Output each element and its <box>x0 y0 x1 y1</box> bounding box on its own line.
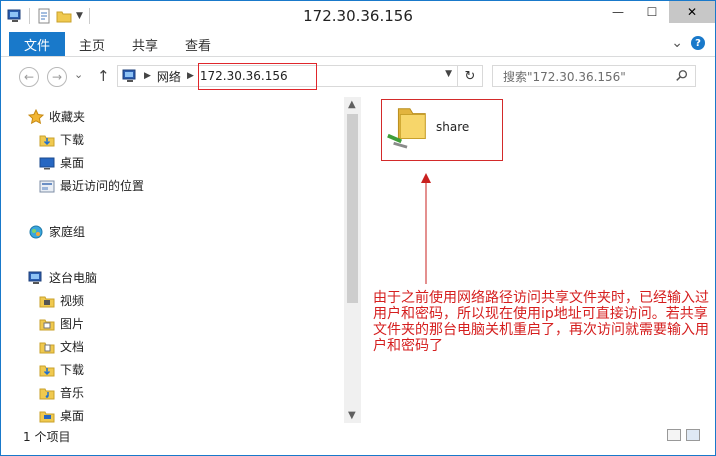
tab-file[interactable]: 文件 <box>9 32 65 56</box>
nav-item-downloads[interactable]: 下载 <box>39 361 84 378</box>
scrollbar-thumb[interactable] <box>347 114 358 303</box>
nav-item-pictures[interactable]: 图片 <box>39 315 84 332</box>
forward-button[interactable]: → <box>47 67 67 87</box>
scroll-down-icon[interactable]: ▼ <box>348 410 356 421</box>
videos-folder-icon <box>39 296 55 307</box>
this-pc-icon <box>28 271 42 284</box>
breadcrumb-separator-icon: ▶ <box>144 71 151 81</box>
search-icon[interactable] <box>675 69 689 83</box>
address-dropdown-icon[interactable]: ▼ <box>445 69 452 79</box>
breadcrumb-separator-icon: ▶ <box>186 71 194 81</box>
nav-item-videos[interactable]: 视频 <box>39 292 84 309</box>
ribbon-collapse-icon[interactable]: ⌄ <box>671 36 683 50</box>
maximize-icon: ☐ <box>646 5 658 19</box>
nav-item-label: 文档 <box>60 340 85 354</box>
view-switcher <box>667 429 700 441</box>
nav-this-pc-label: 这台电脑 <box>49 271 98 285</box>
search-placeholder: 搜索"172.30.36.156" <box>503 69 626 84</box>
network-computer-icon <box>122 69 136 82</box>
pictures-folder-icon <box>39 319 55 330</box>
nav-item-desktop[interactable]: 桌面 <box>39 154 84 171</box>
nav-item-label: 图片 <box>60 317 85 331</box>
recent-locations-icon[interactable]: ⌄ <box>74 68 83 81</box>
maximize-button[interactable]: ☐ <box>635 1 669 23</box>
nav-homegroup-label: 家庭组 <box>49 225 86 239</box>
nav-pane-scrollbar[interactable]: ▲ ▼ <box>344 97 361 423</box>
nav-item-music[interactable]: 音乐 <box>39 384 84 401</box>
downloads-folder-icon <box>39 365 55 376</box>
nav-item-label: 视频 <box>60 294 85 308</box>
caption-buttons: — ☐ ✕ <box>601 1 715 23</box>
nav-item-desktop[interactable]: 桌面 <box>39 407 84 424</box>
ribbon-controls: ⌄ ? <box>671 36 705 50</box>
refresh-icon: ↻ <box>464 68 476 84</box>
search-input[interactable]: 搜索"172.30.36.156" <box>492 65 696 87</box>
star-icon <box>28 108 44 124</box>
desktop-icon <box>39 157 55 169</box>
title-bar: ▼ 172.30.36.156 — ☐ ✕ <box>1 1 715 32</box>
forward-arrow-icon: → <box>51 70 63 84</box>
back-arrow-icon: ← <box>23 70 35 84</box>
scroll-up-icon[interactable]: ▲ <box>348 99 356 110</box>
refresh-button[interactable]: ↻ <box>457 66 482 86</box>
nav-this-pc[interactable]: 这台电脑 <box>28 269 97 286</box>
nav-item-documents[interactable]: 文档 <box>39 338 84 355</box>
navigation-pane: 收藏夹 下载 桌面 最近访问的位置 家庭组 这台电脑 视频 图片 文档 下载 音… <box>1 97 344 423</box>
documents-folder-icon <box>39 342 55 353</box>
homegroup-icon <box>29 225 43 238</box>
nav-homegroup[interactable]: 家庭组 <box>28 223 85 240</box>
nav-item-label: 下载 <box>60 363 85 377</box>
nav-item-label: 桌面 <box>60 409 85 423</box>
share-highlight-box <box>381 99 503 161</box>
navigation-bar: ← → ⌄ ↑ ▶ 网络 ▶ 172.30.36.156 ▼ ↻ 搜索"172.… <box>1 57 715 97</box>
ribbon-tabs: 文件 主页 共享 查看 ⌄ ? <box>1 32 715 57</box>
nav-item-label: 下载 <box>60 133 85 147</box>
nav-item-downloads[interactable]: 下载 <box>39 131 84 148</box>
close-icon: ✕ <box>686 5 698 19</box>
minimize-button[interactable]: — <box>601 1 635 23</box>
tab-view[interactable]: 查看 <box>185 32 211 56</box>
recent-places-icon <box>39 180 55 192</box>
annotation-text: 由于之前使用网络路径访问共享文件夹时，已经输入过用户和密码，所以现在使用ip地址… <box>373 290 709 354</box>
minimize-icon: — <box>612 5 624 19</box>
breadcrumb-network[interactable]: 网络 <box>157 68 181 85</box>
details-view-icon[interactable] <box>667 429 681 441</box>
explorer-window: ▼ 172.30.36.156 — ☐ ✕ 文件 主页 共享 查看 ⌄ ? ← … <box>0 0 716 456</box>
music-folder-icon <box>39 388 55 399</box>
status-bar: 1 个项目 <box>1 425 715 447</box>
tab-home[interactable]: 主页 <box>79 32 105 56</box>
nav-item-label: 桌面 <box>60 156 85 170</box>
up-button[interactable]: ↑ <box>97 67 110 85</box>
close-button[interactable]: ✕ <box>669 1 715 23</box>
nav-item-label: 最近访问的位置 <box>60 179 145 193</box>
nav-item-label: 音乐 <box>60 386 85 400</box>
back-button[interactable]: ← <box>19 67 39 87</box>
nav-favorites[interactable]: 收藏夹 <box>28 108 85 125</box>
annotation-arrow <box>421 173 431 284</box>
large-icons-view-icon[interactable] <box>686 429 700 441</box>
tab-share[interactable]: 共享 <box>132 32 158 56</box>
address-highlight-box <box>198 63 317 90</box>
item-count: 1 个项目 <box>23 430 71 444</box>
downloads-folder-icon <box>39 135 55 146</box>
nav-item-recent-places[interactable]: 最近访问的位置 <box>39 177 144 194</box>
desktop-folder-icon <box>39 411 55 422</box>
help-icon[interactable]: ? <box>691 36 705 50</box>
nav-favorites-label: 收藏夹 <box>49 110 86 124</box>
